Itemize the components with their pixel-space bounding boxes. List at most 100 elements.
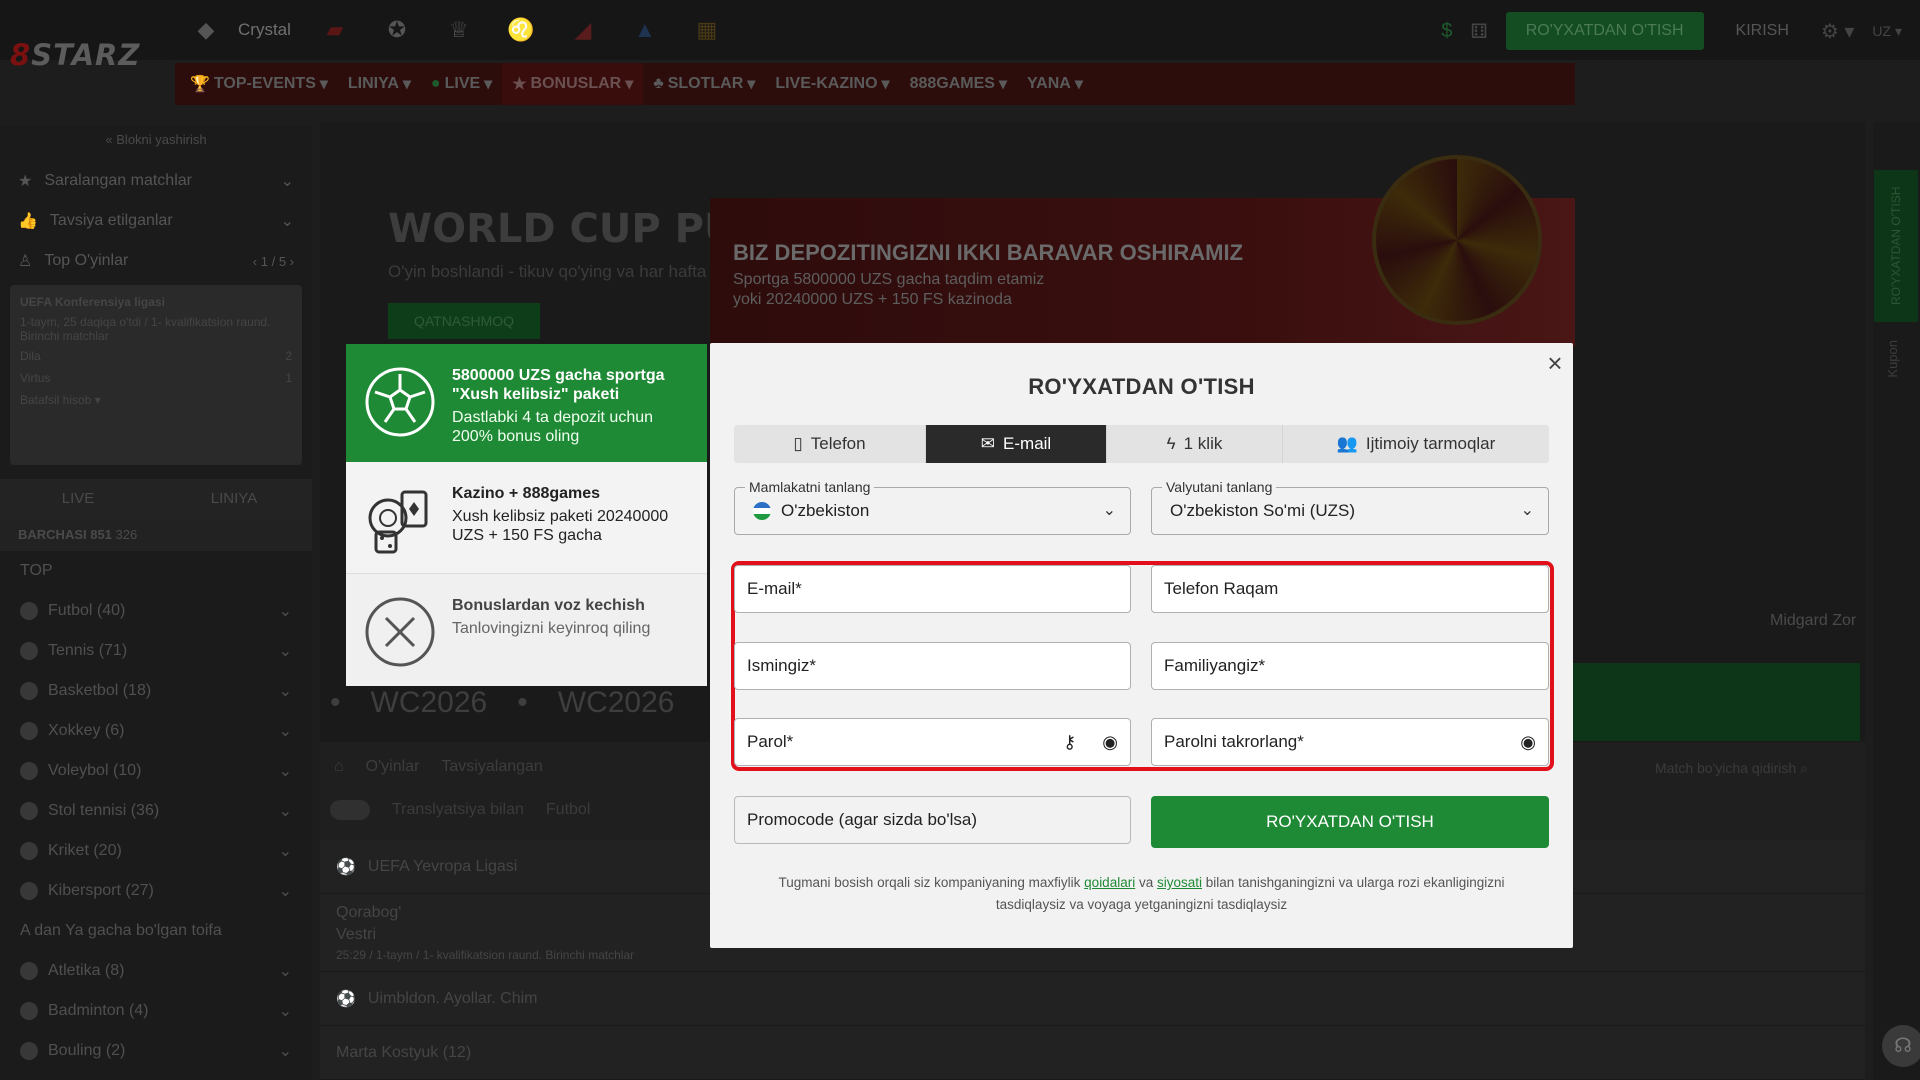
sport-esports[interactable]: Kibersport (27) ⌄ <box>0 871 312 911</box>
home-icon[interactable]: ⌂ <box>334 758 344 776</box>
key-icon[interactable]: ⚷ <box>1063 732 1076 753</box>
sport-tennis[interactable]: Tennis (71) ⌄ <box>0 631 312 671</box>
tab-live[interactable]: LIVE <box>0 479 156 519</box>
nav-slotlar[interactable]: ♣ SLOTLAR ▾ <box>643 63 765 105</box>
game-title: Midgard Zor <box>1770 612 1857 629</box>
eye-off-icon[interactable]: ◉ <box>1102 732 1118 753</box>
chevron-down-icon: ⌄ <box>1520 502 1534 519</box>
chevron-down-icon: ⌄ <box>280 213 294 230</box>
football-icon <box>20 602 38 620</box>
match-details-link[interactable]: Batafsil hisob ▾ <box>20 393 292 407</box>
registration-tabs: ▯ Telefon ✉ E-mail ϟ1 klik 👥 Ijtimoiy tarmo… <box>734 425 1549 463</box>
promo-title: BIZ DEPOZITINGIZNI IKKI BARAVAR OSHIRAMI… <box>733 240 1244 265</box>
laliga-icon[interactable]: ◢ <box>565 12 601 48</box>
register-submit-button[interactable]: RO'YXATDAN O'TISH <box>1151 796 1549 848</box>
register-button-top[interactable]: RO'YXATDAN O'TISH <box>1505 12 1704 50</box>
promo-badge-icon[interactable]: ▰ <box>317 12 353 48</box>
tab-social[interactable]: 👥 Ijtimoiy tarmoqlar <box>1283 425 1549 463</box>
all-matches[interactable]: BARCHASI 851 326 <box>0 519 312 551</box>
password-field[interactable]: Parol* ⚷ ◉ <box>734 718 1131 766</box>
badminton-icon <box>20 1002 38 1020</box>
email-field[interactable]: E-mail* <box>734 565 1131 613</box>
filter-football[interactable]: Futbol <box>546 801 590 819</box>
broadcast-toggle[interactable] <box>330 800 370 820</box>
table-row[interactable]: Marta Kostyuk (12) <box>320 1026 1865 1080</box>
broadcast-label: Translyatsiya bilan <box>392 801 524 818</box>
diamond-icon[interactable]: ◆ <box>188 12 224 48</box>
tab-phone[interactable]: ▯ Telefon <box>734 425 926 463</box>
bonus-option-decline[interactable]: Bonuslardan voz kechish Tanlovingizni key… <box>346 574 707 686</box>
sidebar-item-top-games[interactable]: ♙ Top O'yinlar ‹ 1 / 5 › <box>0 241 312 281</box>
bonus-option-sport[interactable]: 5800000 UZS gacha sportga "Xush kelibsiz… <box>346 344 707 462</box>
tab-email[interactable]: ✉ E-mail <box>926 425 1107 463</box>
soccer-ball-icon <box>364 366 436 438</box>
sport-table-tennis[interactable]: Stol tennisi (36) ⌄ <box>0 791 312 831</box>
currency-select[interactable]: Valyutani tanlang O'zbekiston So'mi (UZS… <box>1151 479 1549 535</box>
phone-field[interactable]: Telefon Raqam <box>1151 565 1549 613</box>
tennis-icon <box>20 642 38 660</box>
person-icon: ♙ <box>18 253 33 270</box>
nav-liniya[interactable]: LINIYA ▾ <box>338 63 421 105</box>
last-name-field[interactable]: Familiyangiz* <box>1151 642 1549 690</box>
gift-icon[interactable]: ⚅ <box>1470 19 1487 44</box>
chevron-down-icon: ⌄ <box>1102 502 1116 519</box>
first-name-field[interactable]: Ismingiz* <box>734 642 1131 690</box>
bonus-option-casino[interactable]: Kazino + 888games Xush kelibsiz paketi 20… <box>346 462 707 574</box>
star-icon: ★ <box>18 173 33 190</box>
lion-icon[interactable]: ♌ <box>503 12 539 48</box>
sport-badminton[interactable]: Badminton (4) ⌄ <box>0 991 312 1031</box>
rules-link[interactable]: qoidalari <box>1084 875 1135 890</box>
nav-top-events[interactable]: 🏆 TOP-EVENTS ▾ <box>180 63 338 105</box>
language-select[interactable]: UZ ▾ <box>1872 23 1902 40</box>
table-row[interactable]: ⚽ Uimbldon. Ayollar. Chim <box>320 972 1865 1026</box>
eye-off-icon[interactable]: ◉ <box>1520 732 1536 753</box>
crumb-games[interactable]: O'yinlar <box>366 758 420 776</box>
europa-trophy-icon[interactable]: ♕ <box>441 12 477 48</box>
chevron-down-icon: ⌄ <box>280 173 294 190</box>
filters: Translyatsiya bilan Futbol <box>330 800 590 820</box>
nav-live-kazino[interactable]: LIVE-KAZINO ▾ <box>765 63 899 105</box>
banner-participate-button[interactable]: QATNASHMOQ <box>388 303 540 339</box>
dollar-icon[interactable]: $ <box>1441 20 1452 43</box>
tab-liniya[interactable]: LINIYA <box>156 479 312 519</box>
tab-one-click[interactable]: ϟ1 klik <box>1107 425 1283 463</box>
table-tennis-icon <box>20 802 38 820</box>
sport-hockey[interactable]: Xokkey (6) ⌄ <box>0 711 312 751</box>
policy-link[interactable]: siyosati <box>1157 875 1202 890</box>
match-search[interactable]: Match bo'yicha qidirish ⌕ <box>1655 760 1808 777</box>
crystal-link[interactable]: Crystal <box>238 20 291 40</box>
lightning-icon: ϟ <box>1166 434 1176 453</box>
hide-block-link[interactable]: « Blokni yashirish <box>0 126 312 161</box>
aviator-icon[interactable]: ▲ <box>627 12 663 48</box>
uefa-icon[interactable]: ✪ <box>379 12 415 48</box>
nav-888games[interactable]: 888GAMES ▾ <box>900 63 1017 105</box>
password-repeat-field[interactable]: Parolni takrorlang* ◉ <box>1151 718 1549 766</box>
esports-icon <box>20 882 38 900</box>
athletics-icon <box>20 962 38 980</box>
sport-cricket[interactable]: Kriket (20) ⌄ <box>0 831 312 871</box>
sidebar-item-recommended[interactable]: 👍 Tavsiya etilganlar ⌄ <box>0 201 312 241</box>
nav-live[interactable]: ● LIVE ▾ <box>421 63 502 105</box>
logo[interactable]: 8STARZ <box>10 38 140 72</box>
support-headset-icon[interactable]: ☊ <box>1882 1025 1920 1067</box>
sport-athletics[interactable]: Atletika (8) ⌄ <box>0 951 312 991</box>
sport-basketball[interactable]: Basketbol (18) ⌄ <box>0 671 312 711</box>
sport-bowling[interactable]: Bouling (2) ⌄ <box>0 1031 312 1071</box>
sport-football[interactable]: Futbol (40) ⌄ <box>0 591 312 631</box>
nav-yana[interactable]: YANA ▾ <box>1017 63 1093 105</box>
country-select[interactable]: Mamlakatni tanlang O'zbekiston ⌄ <box>734 479 1131 535</box>
match-card[interactable]: UEFA Konferensiya ligasi 1-taym, 25 daqi… <box>10 285 302 465</box>
close-icon[interactable]: × <box>1542 350 1568 376</box>
close-circle-icon <box>364 596 436 668</box>
nav-bonuslar[interactable]: ★ BONUSLAR ▾ <box>502 63 644 105</box>
login-button[interactable]: KIRISH <box>1722 22 1803 40</box>
sidebar-item-featured[interactable]: ★ Saralangan matchlar ⌄ <box>0 161 312 201</box>
settings-icon[interactable]: ⚙ ▾ <box>1821 19 1855 44</box>
category-label: A dan Ya gacha bo'lgan toifa <box>20 922 222 939</box>
side-register-tab[interactable]: RO'YXATDAN O'TISH <box>1874 170 1918 322</box>
sport-volleyball[interactable]: Voleybol (10) ⌄ <box>0 751 312 791</box>
kupon-tab[interactable]: Kupon <box>1885 340 1900 378</box>
crumb-recommended[interactable]: Tavsiyalangan <box>441 758 542 776</box>
promocode-input[interactable]: Promocode (agar sizda bo'lsa) <box>734 796 1131 844</box>
game-icon[interactable]: ▦ <box>689 12 725 48</box>
